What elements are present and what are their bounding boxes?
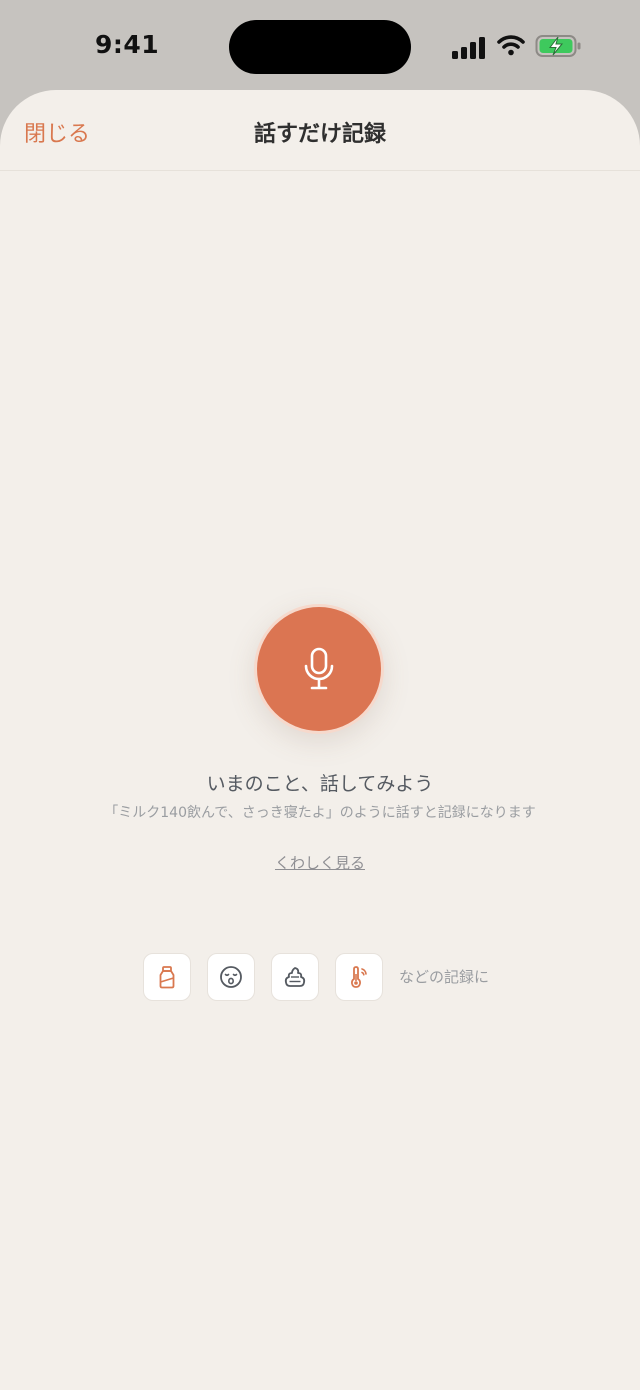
status-bar: 9:41: [0, 0, 640, 92]
poop-icon: [284, 967, 306, 987]
details-link[interactable]: くわしく見る: [275, 854, 365, 872]
dynamic-island: [229, 20, 411, 74]
status-time: 9:41: [95, 30, 160, 59]
sheet-header: 閉じる 話すだけ記録: [0, 90, 640, 171]
milk-bottle-icon: [159, 966, 175, 989]
battery-charging-icon: [535, 35, 581, 57]
cellular-signal-icon: [452, 37, 485, 59]
category-milk: [143, 953, 191, 1001]
category-temperature: [335, 953, 383, 1001]
microphone-icon: [304, 647, 334, 690]
prompt-text: いまのこと、話してみよう: [206, 773, 434, 795]
category-poop: [271, 953, 319, 1001]
page-title: 話すだけ記録: [253, 122, 386, 147]
sleeping-face-icon: [220, 966, 242, 988]
category-suffix-text: などの記録に: [399, 968, 490, 986]
thermometer-icon: [351, 966, 367, 988]
voice-record-sheet: 閉じる 話すだけ記録 いまのこと、話してみよう 「ミルク140飲んで、さっき寝た…: [0, 90, 640, 1390]
example-text: 「ミルク140飲んで、さっき寝たよ」のように話すと記録になります: [104, 805, 536, 821]
category-sleep: [207, 953, 255, 1001]
details-link-row: くわしく見る: [0, 852, 640, 873]
wifi-icon: [497, 35, 525, 56]
microphone-button[interactable]: [257, 607, 381, 731]
